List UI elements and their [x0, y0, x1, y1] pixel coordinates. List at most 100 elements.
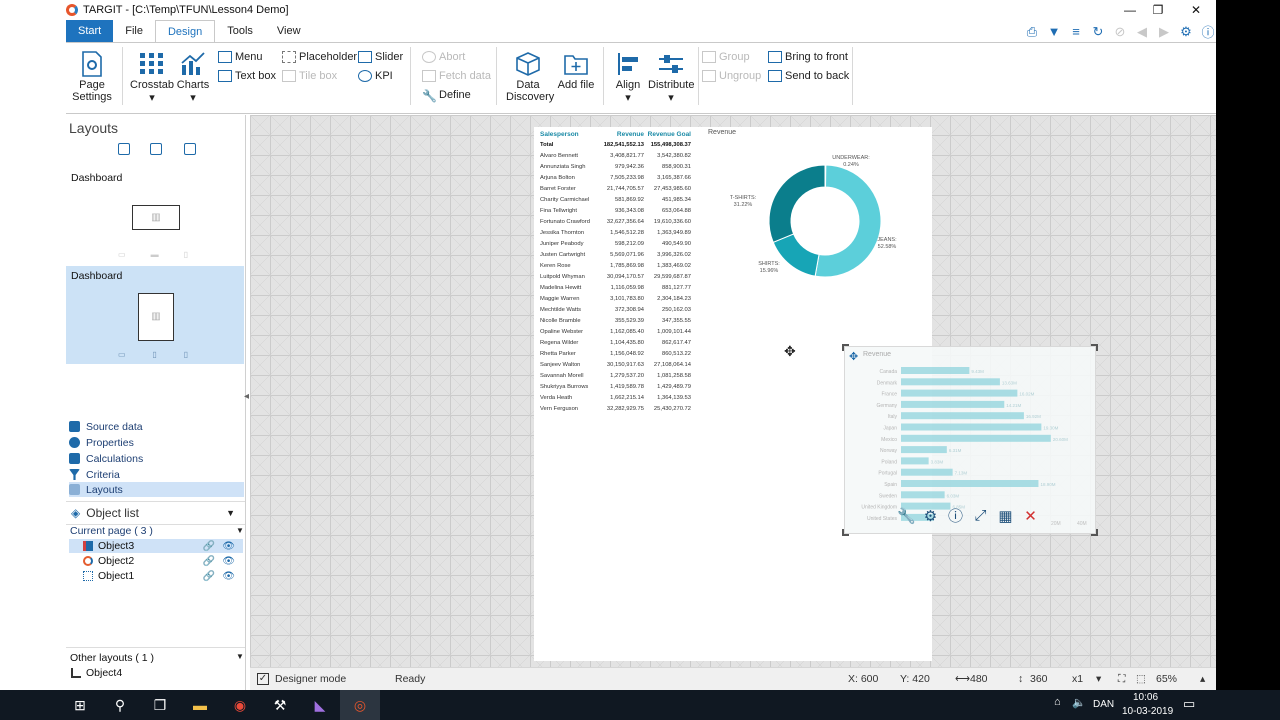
object-list-header[interactable]: ◈ Object list ▼	[66, 501, 245, 525]
tools-icon[interactable]: ⚒	[260, 690, 300, 720]
duplicate-layout-icon[interactable]	[150, 143, 162, 155]
filter-icon[interactable]: ▼	[1046, 24, 1062, 39]
link-icon[interactable]: 🔗	[203, 571, 215, 582]
fit-width-icon[interactable]: ⬚	[1136, 673, 1146, 685]
bring-to-front-button[interactable]: Bring to front	[768, 51, 848, 63]
nav-source-data[interactable]: Source data	[69, 419, 244, 434]
other-layouts-collapse-icon[interactable]: ▼	[236, 652, 244, 661]
settings-gear-icon[interactable]: ⚙	[1178, 24, 1194, 40]
add-file-button[interactable]: Add file	[556, 51, 596, 91]
refresh-icon[interactable]: ↻	[1090, 24, 1106, 40]
tab-view[interactable]: View	[265, 20, 313, 42]
filter-list-icon[interactable]: ≡	[1068, 24, 1084, 39]
bar[interactable]	[901, 412, 1024, 420]
bar[interactable]	[901, 423, 1042, 431]
nav-criteria[interactable]: Criteria	[69, 467, 244, 482]
data-discovery-button[interactable]: Data Discovery	[506, 51, 554, 103]
nav-properties[interactable]: Properties	[69, 435, 244, 450]
wrench-icon[interactable]: 🔧	[897, 507, 916, 525]
language-indicator[interactable]: DAN	[1093, 699, 1114, 710]
design-canvas[interactable]: Salesperson Revenue Revenue Goal Total 182,5…	[250, 115, 1216, 667]
volume-icon[interactable]: 🔈	[1072, 696, 1086, 709]
abort-button[interactable]: Abort	[422, 51, 465, 63]
placeholder-button[interactable]: Placeholder	[282, 51, 357, 63]
crosstab-button[interactable]: Crosstab ▾	[130, 51, 174, 104]
network-icon[interactable]: ⌂	[1054, 696, 1061, 708]
visibility-eye-icon[interactable]: 👁	[222, 541, 235, 552]
visibility-eye-icon[interactable]: 👁	[222, 571, 235, 582]
tab-tools[interactable]: Tools	[215, 20, 265, 42]
collapse-panel-icon[interactable]: ◂	[244, 391, 249, 402]
print-icon[interactable]: ⎙	[1024, 24, 1040, 40]
tab-file[interactable]: File	[113, 20, 155, 42]
zoom-dropdown-icon[interactable]: ▴	[1200, 673, 1205, 685]
distribute-button[interactable]: Distribute ▾	[648, 51, 694, 104]
search-icon[interactable]: ⚲	[100, 690, 140, 720]
multiplier-dropdown-icon[interactable]: ▾	[1096, 673, 1101, 685]
revenue-bar-chart[interactable]: ✥ Revenue Canada 9.43M Denmark 13.63M France 1…	[842, 344, 1098, 536]
menu-button[interactable]: Menu	[218, 51, 263, 63]
back-icon[interactable]: ◀	[1134, 24, 1150, 40]
tab-start[interactable]: Start	[66, 20, 114, 42]
object-list-dropdown-icon[interactable]: ▼	[226, 508, 235, 518]
designer-mode-checkbox[interactable]: ✓	[257, 673, 269, 685]
targit-taskbar-icon[interactable]: ◎	[340, 690, 380, 720]
bar[interactable]	[901, 367, 970, 374]
ungroup-button[interactable]: Ungroup	[702, 70, 761, 82]
fetch-data-button[interactable]: Fetch data	[422, 70, 491, 82]
notification-icon[interactable]: ▭	[1183, 696, 1195, 712]
crosstab-icon[interactable]: ▦	[997, 507, 1014, 525]
kpi-button[interactable]: KPI	[358, 70, 393, 82]
nav-calculations[interactable]: Calculations	[69, 451, 244, 466]
bar[interactable]	[901, 491, 945, 499]
chrome-icon[interactable]: ◉	[220, 690, 260, 720]
link-icon[interactable]: 🔗	[203, 556, 215, 567]
send-to-back-button[interactable]: Send to back	[768, 70, 849, 82]
clock-time[interactable]: 10:06	[1133, 692, 1158, 703]
gear-icon[interactable]: ⚙	[922, 507, 939, 525]
bar[interactable]	[901, 389, 1018, 397]
revenue-donut-chart[interactable]: UNDERWEAR: 0.24%JEANS: 52.58%SHIRTS: 15.96%…	[730, 149, 930, 339]
expand-icon[interactable]: ⤢	[972, 507, 989, 524]
align-button[interactable]: Align ▾	[610, 51, 646, 104]
layout-panel-icon[interactable]	[184, 143, 196, 155]
donut-slice-shirts[interactable]	[772, 233, 820, 277]
fit-page-icon[interactable]: ⛶	[1118, 673, 1125, 686]
bar[interactable]	[901, 378, 1000, 386]
define-button[interactable]: 🔧 Define	[422, 89, 471, 103]
close-window-button[interactable]: ✕	[1188, 2, 1204, 18]
delete-icon[interactable]: ✕	[1022, 507, 1039, 525]
layout-thumbnail-2[interactable]: Dashboard ▥ ▭ ▯ ▯	[66, 266, 244, 364]
visual-studio-icon[interactable]: ◣	[300, 690, 340, 720]
forward-icon[interactable]: ▶	[1156, 24, 1172, 40]
object-row-object4[interactable]: Object4	[69, 666, 243, 680]
donut-slice-t-shirts[interactable]	[768, 164, 826, 243]
minimize-button[interactable]: —	[1122, 2, 1138, 18]
object-row-object2[interactable]: Object2 🔗 👁	[69, 554, 243, 568]
charts-button[interactable]: Charts ▾	[176, 51, 210, 104]
bar[interactable]	[901, 400, 1005, 408]
visibility-eye-icon[interactable]: 👁	[222, 556, 235, 567]
windows-start-icon[interactable]: ⊞	[60, 690, 100, 720]
page-settings-button[interactable]: Page Settings	[70, 51, 114, 103]
task-view-icon[interactable]: ❐	[140, 690, 180, 720]
bar[interactable]	[901, 434, 1051, 442]
tile-box-button[interactable]: Tile box	[282, 70, 337, 82]
bar[interactable]	[901, 446, 947, 454]
bar[interactable]	[901, 457, 929, 465]
clear-filter-icon[interactable]: ⊘	[1112, 24, 1128, 40]
group-button[interactable]: Group	[702, 51, 750, 63]
text-box-button[interactable]: Text box	[218, 70, 276, 82]
nav-layouts[interactable]: Layouts	[69, 482, 244, 497]
link-icon[interactable]: 🔗	[203, 541, 215, 552]
tab-design[interactable]: Design	[154, 20, 216, 42]
info-icon[interactable]: ⓘ	[947, 505, 964, 526]
clock-date[interactable]: 10-03-2019	[1122, 706, 1173, 717]
layout-thumbnail-1[interactable]: Dashboard ▥ ▭ ▬ ▯	[66, 168, 244, 262]
object-row-object3[interactable]: Object3 🔗 👁	[69, 539, 243, 553]
slider-button[interactable]: Slider	[358, 51, 403, 63]
bar[interactable]	[901, 468, 953, 476]
restore-button[interactable]: ❐	[1150, 2, 1166, 18]
crosstab-table[interactable]: Salesperson Revenue Revenue Goal Total 182,5…	[540, 129, 695, 414]
add-layout-icon[interactable]	[118, 143, 130, 155]
